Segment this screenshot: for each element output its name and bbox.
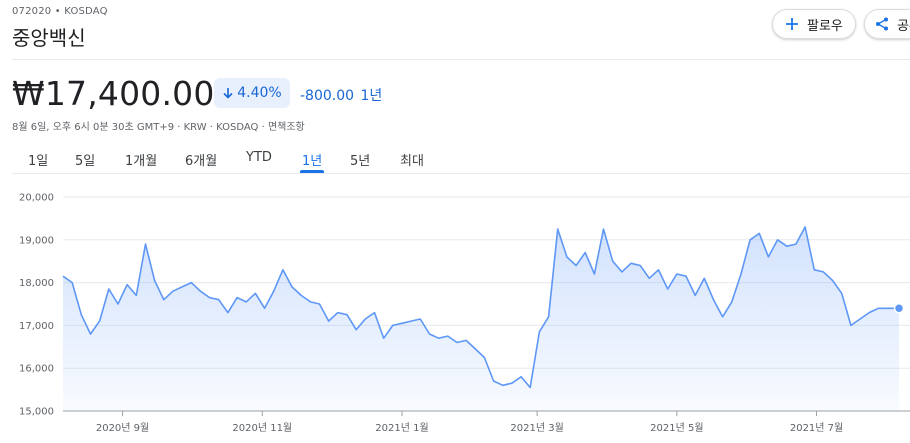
tab-5d[interactable]: 5일 [75,150,95,169]
tab-1d[interactable]: 1일 [28,150,48,169]
plus-icon [785,17,799,31]
x-tick-label: 2020년 11월 [232,422,292,434]
share-icon [875,17,889,31]
x-tick-label: 2021년 1월 [375,422,428,434]
follow-button[interactable]: 팔로우 [772,9,856,39]
tab-6m[interactable]: 6개월 [185,150,217,169]
tab-5y[interactable]: 5년 [350,150,370,169]
quote-meta: 8월 6일, 오후 6시 0분 30초 GMT+9 · KRW · KOSDAQ… [12,122,305,133]
change-percent-chip: 4.40% [214,78,290,108]
tabs-divider [12,173,910,174]
change-percent: 4.40% [237,85,282,101]
share-button[interactable]: 공유 [864,9,910,39]
tab-1m[interactable]: 1개월 [125,150,157,169]
share-label: 공유 [897,18,910,34]
current-price: ₩17,400.00 [12,74,215,113]
tab-max[interactable]: 최대 [400,150,424,169]
x-tick-label: 2021년 3월 [510,422,563,434]
change-absolute-value: -800.00 [300,88,355,104]
x-tick-label: 2020년 9월 [96,422,149,434]
y-tick-label: 18,000 [19,278,54,289]
company-name: 중앙백신 [12,26,86,50]
change-absolute: -800.00 1년 [298,85,382,105]
tab-ytd[interactable]: YTD [246,150,272,165]
y-tick-label: 17,000 [19,321,54,332]
change-period: 1년 [360,88,383,104]
tab-1y[interactable]: 1년 [299,150,325,173]
x-tick-label: 2021년 7월 [790,422,843,434]
y-tick-label: 19,000 [19,235,54,246]
last-price-point[interactable] [893,303,905,314]
follow-label: 팔로우 [807,18,843,34]
ticker-symbol: 072020 • KOSDAQ [12,6,108,17]
header-divider [12,59,910,60]
y-tick-label: 15,000 [19,407,54,418]
price-chart: 20,000 19,000 18,000 17,000 16,000 15,000 202… [19,193,910,434]
arrow-down-icon [222,87,234,99]
y-tick-label: 16,000 [19,364,54,375]
y-tick-label: 20,000 [19,193,54,204]
price-area [63,227,899,411]
x-tick-label: 2021년 5월 [650,422,703,434]
